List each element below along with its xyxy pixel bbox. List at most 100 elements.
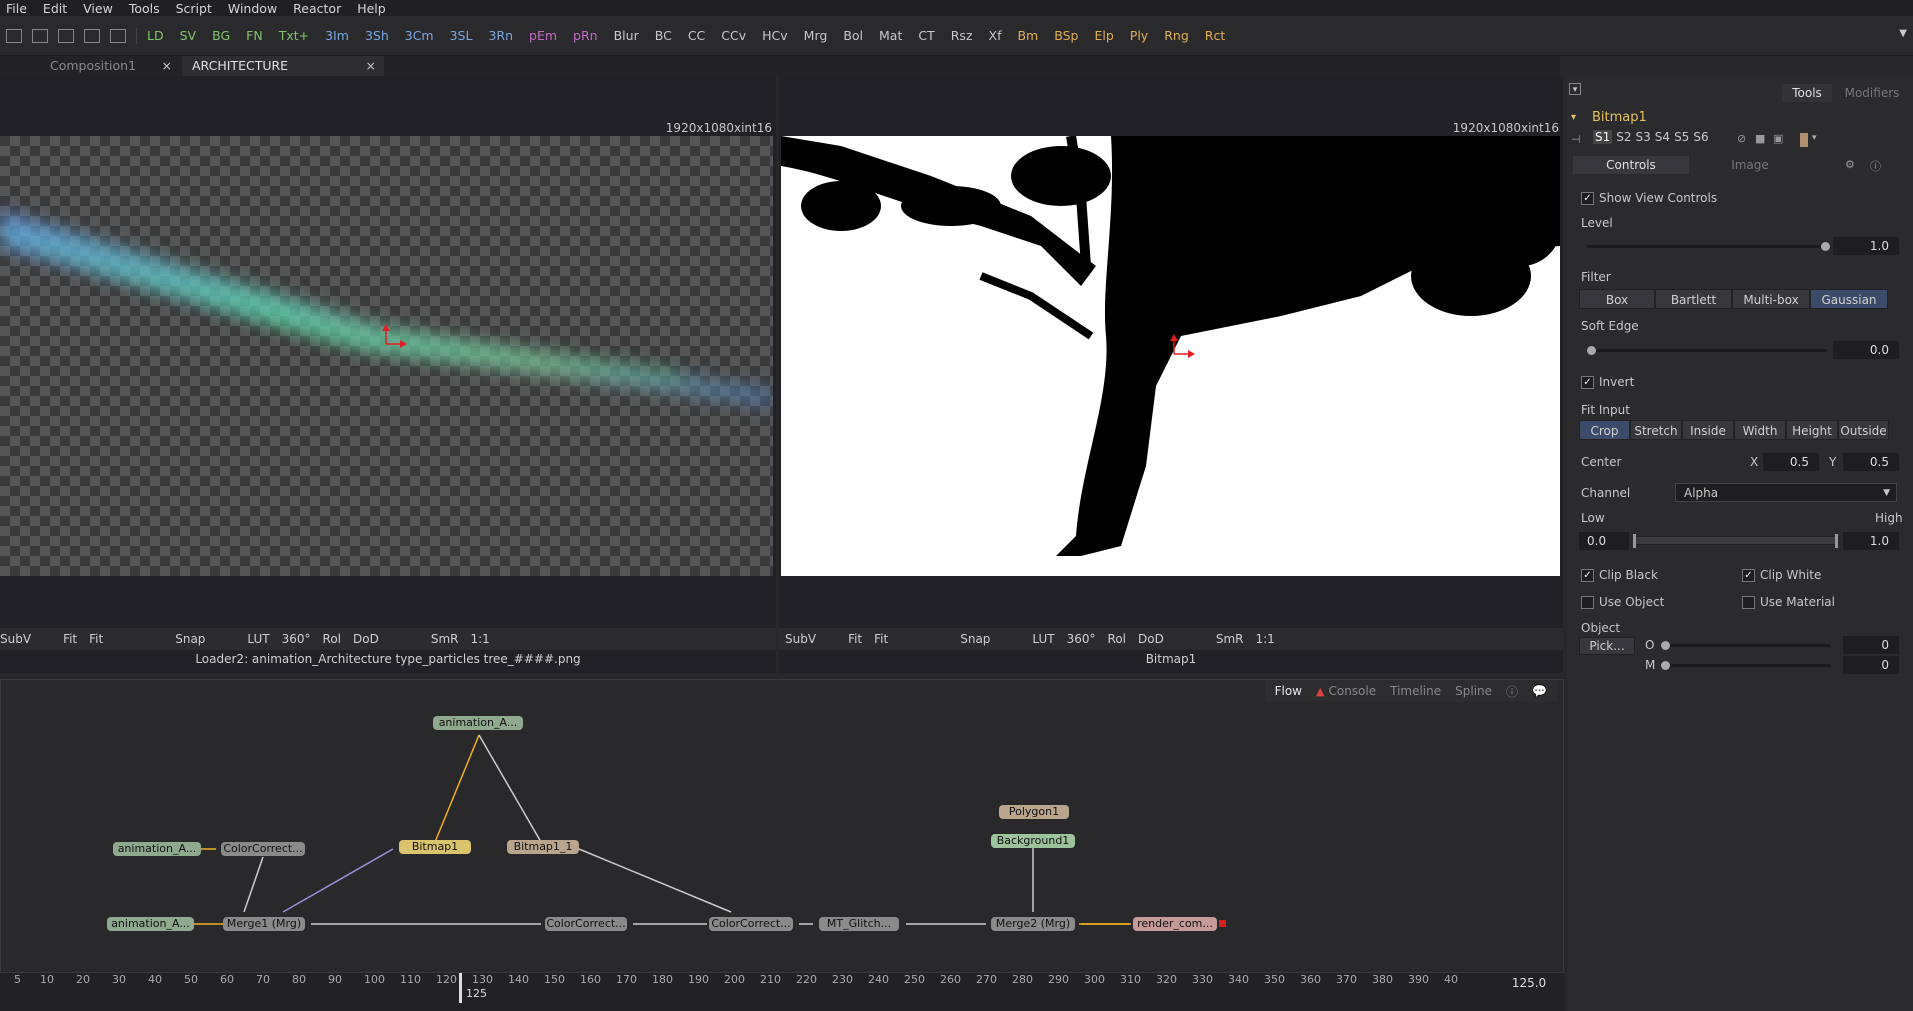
level-value[interactable]: 1.0 xyxy=(1833,237,1899,255)
fit-inside-button[interactable]: Inside xyxy=(1682,420,1734,440)
tool-button-3rn[interactable]: 3Rn xyxy=(488,28,513,43)
fit-dropdown[interactable]: Fit xyxy=(89,632,103,646)
subtab-controls[interactable]: Controls xyxy=(1573,156,1689,174)
tool-button-ct[interactable]: CT xyxy=(918,28,934,43)
node-merge2[interactable]: Merge2 (Mrg) xyxy=(991,917,1075,931)
tool-button-bsp[interactable]: BSp xyxy=(1054,28,1078,43)
output-port[interactable] xyxy=(1219,920,1226,927)
node-render[interactable]: render_com... xyxy=(1133,917,1217,931)
chevron-down-icon[interactable]: ▾ xyxy=(1812,133,1817,143)
lut-button[interactable]: LUT xyxy=(247,632,269,646)
layout-grid-icon[interactable] xyxy=(32,28,48,43)
subview-button[interactable]: SubV xyxy=(0,632,31,646)
close-icon[interactable]: × xyxy=(366,56,376,76)
node-colorcorrect-2[interactable]: ColorCorrect... xyxy=(545,917,627,931)
node-animation-mid[interactable]: animation_A... xyxy=(113,842,201,856)
pin-icon[interactable]: ⊣ xyxy=(1571,133,1581,146)
smr-button[interactable]: SmR xyxy=(1216,632,1244,646)
m-slider[interactable] xyxy=(1661,664,1831,667)
tool-button-elp[interactable]: Elp xyxy=(1094,28,1113,43)
360-button[interactable]: 360° xyxy=(282,632,311,646)
filter-bartlett-button[interactable]: Bartlett xyxy=(1655,289,1732,309)
fit-crop-button[interactable]: Crop xyxy=(1579,420,1630,440)
node-mt-glitch[interactable]: MT_Glitch... xyxy=(819,917,899,931)
checkbox-checked-icon[interactable]: ✓ xyxy=(1581,569,1594,582)
tab-modifiers[interactable]: Modifiers xyxy=(1837,84,1907,102)
channel-dropdown[interactable]: Alpha ▼ xyxy=(1675,483,1897,502)
center-x-value[interactable]: 0.5 xyxy=(1763,453,1819,471)
node-bitmap1-1[interactable]: Bitmap1_1 xyxy=(507,840,579,854)
low-value[interactable]: 0.0 xyxy=(1579,532,1629,550)
node-bitmap1[interactable]: Bitmap1 xyxy=(399,840,471,854)
toolbar-overflow-icon[interactable]: ▼ xyxy=(1899,28,1907,39)
slot-s1[interactable]: S1 xyxy=(1593,130,1613,144)
tool-button-3im[interactable]: 3Im xyxy=(325,28,349,43)
soft-edge-value[interactable]: 0.0 xyxy=(1833,341,1899,359)
color-swatch[interactable] xyxy=(1800,133,1808,147)
tool-button-ld[interactable]: LD xyxy=(147,28,164,43)
fit-height-button[interactable]: Height xyxy=(1786,420,1838,440)
use-object-row[interactable]: Use Object xyxy=(1581,595,1664,609)
node-polygon1[interactable]: Polygon1 xyxy=(999,805,1069,819)
tool-button-3sl[interactable]: 3SL xyxy=(450,28,473,43)
slot-s4[interactable]: S4 xyxy=(1655,130,1670,144)
checkbox-checked-icon[interactable]: ✓ xyxy=(1742,569,1755,582)
fit-stretch-button[interactable]: Stretch xyxy=(1630,420,1682,440)
menu-view[interactable]: View xyxy=(77,1,113,16)
checkbox-unchecked-icon[interactable] xyxy=(1581,596,1594,609)
fit-button[interactable]: Fit xyxy=(63,632,77,646)
layout-single-icon[interactable] xyxy=(6,28,22,43)
center-y-value[interactable]: 0.5 xyxy=(1843,453,1899,471)
slot-s5[interactable]: S5 xyxy=(1674,130,1689,144)
m-slider-handle[interactable] xyxy=(1661,661,1670,670)
tab-composition1[interactable]: Composition1 × xyxy=(40,56,180,76)
fit-outside-button[interactable]: Outside xyxy=(1838,420,1889,440)
close-icon[interactable]: × xyxy=(162,56,172,76)
menu-reactor[interactable]: Reactor xyxy=(287,1,341,16)
slot-s2[interactable]: S2 xyxy=(1616,130,1631,144)
tool-button-3cm[interactable]: 3Cm xyxy=(405,28,434,43)
playhead[interactable] xyxy=(459,973,462,1003)
filter-gaussian-button[interactable]: Gaussian xyxy=(1810,289,1888,309)
menu-window[interactable]: Window xyxy=(222,1,277,16)
clip-black-row[interactable]: ✓ Clip Black xyxy=(1581,568,1658,582)
tool-button-cc[interactable]: CC xyxy=(688,28,705,43)
node-animation-top[interactable]: animation_A... xyxy=(433,716,523,730)
fit-width-button[interactable]: Width xyxy=(1734,420,1786,440)
slot-s6[interactable]: S6 xyxy=(1693,130,1708,144)
tool-button-rng[interactable]: Rng xyxy=(1164,28,1189,43)
low-handle[interactable] xyxy=(1633,534,1636,548)
viewer-image[interactable] xyxy=(0,136,773,576)
tab-tools[interactable]: Tools xyxy=(1782,84,1832,102)
menu-script[interactable]: Script xyxy=(170,1,212,16)
tool-button-mrg[interactable]: Mrg xyxy=(804,28,828,43)
show-view-controls-row[interactable]: ✓ Show View Controls xyxy=(1581,191,1717,205)
soft-edge-slider-handle[interactable] xyxy=(1587,346,1596,355)
level-slider-handle[interactable] xyxy=(1821,242,1830,251)
dod-button[interactable]: DoD xyxy=(353,632,379,646)
node-colorcorrect-1[interactable]: ColorCorrect... xyxy=(221,842,305,856)
low-high-range-slider[interactable] xyxy=(1633,536,1839,545)
use-material-row[interactable]: Use Material xyxy=(1742,595,1835,609)
timeline-ruler[interactable]: 5 10 20 30 40 50 60 70 80 90 100 110 120 130 140 150 160… xyxy=(0,973,1564,1011)
tool-button-ply[interactable]: Ply xyxy=(1130,28,1148,43)
tool-button-xf[interactable]: Xf xyxy=(989,28,1002,43)
lut-button[interactable]: LUT xyxy=(1032,632,1054,646)
soft-edge-slider[interactable] xyxy=(1587,349,1827,352)
left-viewer[interactable]: 1920x1080xint16 SubV Fit Fit Snap LUT 36… xyxy=(0,76,776,673)
flow-node-editor[interactable]: Flow ▲ Console Timeline Spline ⓘ 💬 anima… xyxy=(0,679,1564,973)
checkbox-checked-icon[interactable]: ✓ xyxy=(1581,376,1594,389)
tool-button-rsz[interactable]: Rsz xyxy=(951,28,973,43)
current-frame-field[interactable]: 125.0 xyxy=(1494,975,1564,991)
tool-button-bc[interactable]: BC xyxy=(655,28,672,43)
tool-button-prn[interactable]: pRn xyxy=(573,28,598,43)
scale-button[interactable]: 1:1 xyxy=(1256,632,1275,646)
menu-help[interactable]: Help xyxy=(351,1,386,16)
lock-icon[interactable]: ■ xyxy=(1755,132,1765,145)
menu-tools[interactable]: Tools xyxy=(123,1,160,16)
viewer-image[interactable] xyxy=(781,136,1560,576)
node-animation-bottom[interactable]: animation_A... xyxy=(107,917,194,931)
subtab-image[interactable]: Image xyxy=(1692,156,1808,174)
chevron-down-icon[interactable]: ▾ xyxy=(1571,112,1576,123)
subview-button[interactable]: SubV xyxy=(785,632,816,646)
